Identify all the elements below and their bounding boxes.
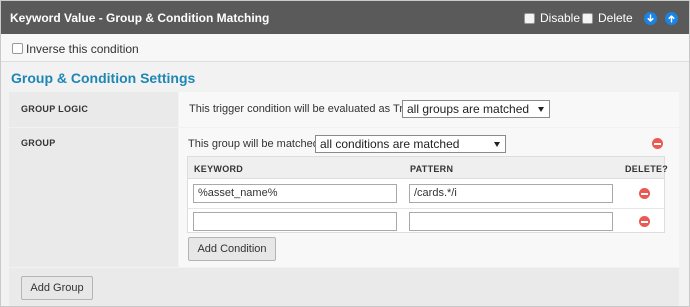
group-logic-selected: all groups are matched — [407, 102, 530, 116]
delete-group-icon[interactable] — [652, 138, 663, 149]
keyword-input[interactable]: %asset_name% — [193, 184, 397, 203]
section-title: Group & Condition Settings — [11, 70, 196, 86]
arrow-up-icon — [668, 15, 675, 23]
group-label-cell: GROUP — [9, 128, 178, 267]
chevron-down-icon — [538, 107, 544, 112]
move-down-button[interactable] — [644, 12, 657, 25]
delete-condition-icon[interactable] — [639, 188, 650, 199]
delete-option[interactable]: Delete — [582, 11, 633, 25]
group-match-selected: all conditions are matched — [320, 137, 460, 151]
delete-label: Delete — [598, 11, 633, 25]
delete-checkbox[interactable] — [582, 12, 593, 24]
disable-checkbox[interactable] — [524, 12, 535, 24]
group-logic-row: GROUP LOGIC This trigger condition will … — [9, 92, 679, 127]
conditions-table: KEYWORD PATTERN DELETE? %asset_name% /ca… — [187, 156, 668, 233]
inverse-condition-row: Inverse this condition — [1, 34, 689, 62]
pattern-input[interactable]: /cards.*/i — [409, 184, 613, 203]
add-group-bar: Add Group — [9, 268, 679, 306]
add-group-button[interactable]: Add Group — [21, 276, 93, 300]
keyword-input-empty[interactable] — [193, 212, 397, 231]
delete-condition-icon[interactable] — [639, 216, 650, 227]
panel-title: Keyword Value - Group & Condition Matchi… — [10, 11, 270, 25]
group-label: GROUP — [21, 138, 56, 148]
add-condition-button[interactable]: Add Condition — [188, 237, 276, 261]
disable-option[interactable]: Disable — [524, 11, 580, 25]
row-divider — [188, 208, 664, 209]
group-sentence: This group will be matched if — [188, 138, 328, 150]
inverse-label[interactable]: Inverse this condition — [26, 42, 139, 56]
group-logic-value-cell: This trigger condition will be evaluated… — [179, 92, 679, 127]
group-row: GROUP This group will be matched if all … — [9, 128, 679, 267]
group-value-cell: This group will be matched if all condit… — [179, 128, 679, 267]
group-logic-select[interactable]: all groups are matched — [402, 100, 550, 118]
panel-header: Keyword Value - Group & Condition Matchi… — [1, 1, 689, 34]
inverse-checkbox[interactable] — [12, 43, 23, 54]
keyword-column-header: KEYWORD — [194, 164, 244, 174]
chevron-down-icon — [494, 142, 500, 147]
group-logic-label-cell: GROUP LOGIC — [9, 92, 178, 127]
arrow-down-icon — [647, 14, 654, 22]
move-up-button[interactable] — [665, 12, 678, 25]
pattern-input-empty[interactable] — [409, 212, 613, 231]
pattern-column-header: PATTERN — [410, 164, 454, 174]
disable-label: Disable — [540, 11, 581, 25]
group-logic-sentence: This trigger condition will be evaluated… — [189, 103, 424, 115]
group-match-select[interactable]: all conditions are matched — [315, 135, 506, 153]
conditions-table-header: KEYWORD PATTERN DELETE? — [188, 157, 668, 179]
group-logic-label: GROUP LOGIC — [21, 104, 89, 114]
delete-column-header: DELETE? — [625, 164, 669, 174]
